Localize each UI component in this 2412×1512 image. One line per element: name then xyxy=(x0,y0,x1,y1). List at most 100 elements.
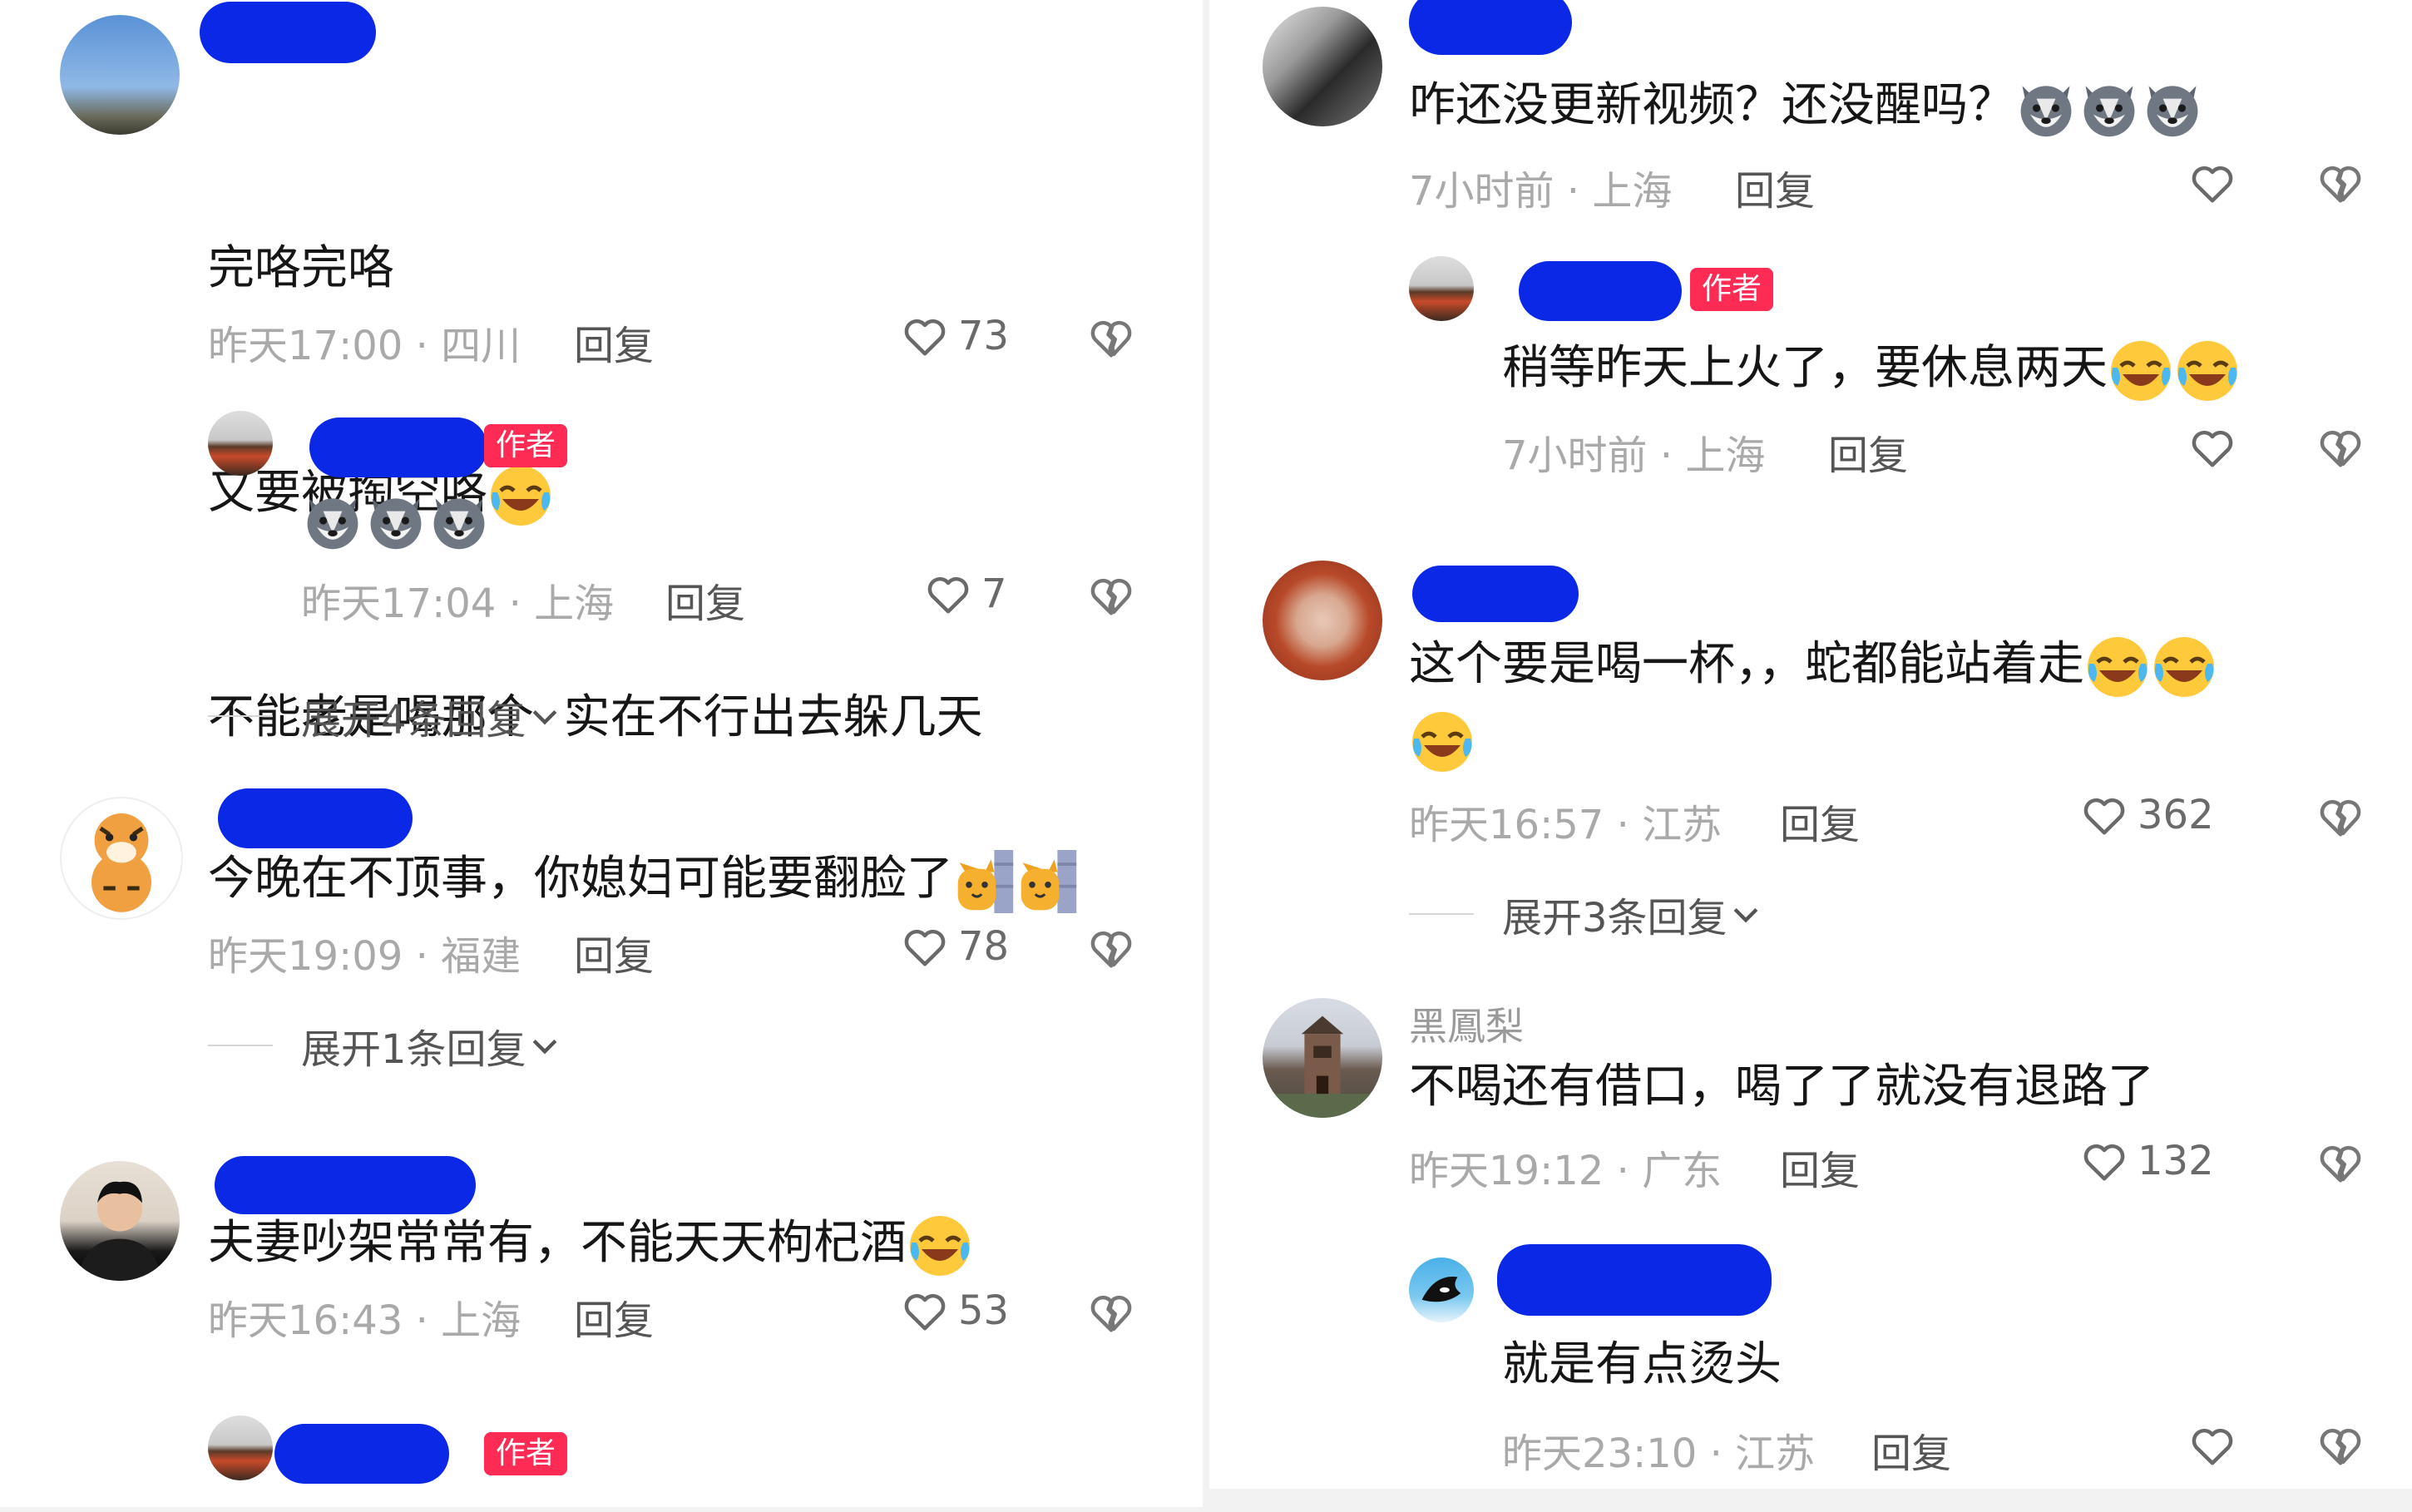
reply-button[interactable]: 回复 xyxy=(1780,792,1860,850)
like-button[interactable]: 53 xyxy=(900,1286,1009,1336)
username[interactable]: 黑鳳梨 xyxy=(1409,996,1524,1051)
husky-emoji xyxy=(2078,77,2141,140)
divider xyxy=(208,715,273,717)
comment-meta: 昨天17:00 · 四川 xyxy=(208,323,521,369)
like-button[interactable]: 73 xyxy=(900,311,1009,361)
like-count: 73 xyxy=(958,313,1010,359)
divider xyxy=(1409,913,1474,915)
like-button[interactable]: 78 xyxy=(900,922,1009,971)
like-count: 7 xyxy=(981,571,1007,617)
chevron-down-icon xyxy=(532,1039,556,1055)
username-redaction xyxy=(1519,261,1682,321)
right-comment-panel: 咋还没更新视频？还没醒吗？ 7小时前 · 上海 回复 作者 稍等昨天上火了，要休… xyxy=(1209,0,2412,1489)
expand-label: 展开3条回复 xyxy=(1502,895,1727,941)
expand-replies-button[interactable]: 展开1条回复 xyxy=(208,1016,563,1075)
author-avatar[interactable] xyxy=(208,411,273,476)
user-avatar[interactable] xyxy=(1263,561,1382,680)
user-avatar[interactable] xyxy=(60,797,183,920)
user-avatar[interactable] xyxy=(1263,998,1382,1118)
reply-text: 就是有点烫头 xyxy=(1502,1337,1782,1391)
user-avatar[interactable] xyxy=(60,1161,180,1281)
comment-meta: 昨天16:57 · 江苏 xyxy=(1409,802,1723,848)
husky-emoji xyxy=(301,489,364,552)
reply-button[interactable]: 回复 xyxy=(1780,1138,1860,1196)
heart-icon xyxy=(900,1286,950,1336)
laugh-cry-emoji xyxy=(487,462,554,529)
expand-label: 展开4条回复 xyxy=(301,697,526,744)
reply-text: 稍等昨天上火了，要休息两天 xyxy=(1502,331,2241,406)
like-count: 132 xyxy=(2138,1138,2214,1184)
broken-heart-icon[interactable] xyxy=(2316,158,2365,208)
username-redaction xyxy=(274,1424,449,1484)
comment-line: 完咯完咯 xyxy=(208,241,394,295)
like-button[interactable]: 132 xyxy=(2079,1136,2214,1186)
user-avatar[interactable] xyxy=(60,15,180,135)
comment-meta: 昨天19:12 · 广东 xyxy=(1409,1148,1723,1194)
author-badge: 作者 xyxy=(484,424,568,467)
like-heart-icon[interactable] xyxy=(2187,1421,2237,1470)
username-redaction xyxy=(218,788,413,848)
expand-label: 展开1条回复 xyxy=(301,1026,526,1073)
orca-avatar-icon xyxy=(1421,1276,1461,1302)
reply-button[interactable]: 回复 xyxy=(1871,1421,1951,1479)
reply-meta: 7小时前 · 上海 xyxy=(1502,432,1766,479)
expand-replies-button[interactable]: 展开3条回复 xyxy=(1409,885,1764,943)
user-avatar[interactable] xyxy=(1263,7,1382,126)
like-heart-icon[interactable] xyxy=(2187,158,2237,208)
like-count: 78 xyxy=(958,923,1010,970)
heart-icon xyxy=(2079,790,2129,840)
reply-emojis xyxy=(301,489,491,552)
username-redaction xyxy=(1497,1244,1772,1316)
tiger-avatar-icon xyxy=(91,813,151,912)
reply-button[interactable]: 回复 xyxy=(574,923,654,981)
heart-icon xyxy=(923,569,973,619)
person-avatar-icon xyxy=(77,1181,162,1281)
username-redaction xyxy=(1409,0,1572,55)
reply-button[interactable]: 回复 xyxy=(665,571,745,629)
heart-icon xyxy=(900,922,950,971)
laugh-cry-emoji xyxy=(2084,634,2151,700)
reply-button[interactable]: 回复 xyxy=(574,313,654,371)
username-redaction xyxy=(200,2,376,63)
comment-text: 不喝还有借口，喝了了就没有退路了 xyxy=(1409,1060,2154,1114)
author-avatar[interactable] xyxy=(208,1416,273,1480)
laugh-cry-emoji xyxy=(907,1213,973,1279)
broken-heart-icon[interactable] xyxy=(1086,923,1136,973)
broken-heart-icon[interactable] xyxy=(1086,571,1136,620)
heart-icon xyxy=(2079,1136,2129,1186)
comment-meta: 昨天19:09 · 福建 xyxy=(208,933,521,980)
author-badge: 作者 xyxy=(484,1432,568,1475)
cat-peek-emoji xyxy=(1016,850,1080,913)
comment-text: 夫妻吵架常常有，不能天天枸杞酒 xyxy=(208,1206,973,1281)
reply-meta: 昨天23:10 · 江苏 xyxy=(1502,1430,1816,1477)
broken-heart-icon[interactable] xyxy=(1086,313,1136,363)
broken-heart-icon[interactable] xyxy=(2316,1421,2365,1470)
reply-user-avatar[interactable] xyxy=(1409,1258,1474,1322)
laugh-cry-emoji xyxy=(2108,338,2174,404)
reply-button[interactable]: 回复 xyxy=(574,1287,654,1346)
comment-text: 这个要是喝一杯，，蛇都能站着走 xyxy=(1409,627,2324,777)
husky-emoji xyxy=(2141,77,2204,140)
reply-button[interactable]: 回复 xyxy=(1828,422,1908,481)
reply-meta: 昨天17:04 · 上海 xyxy=(301,581,615,627)
husky-emoji xyxy=(428,489,491,552)
broken-heart-icon[interactable] xyxy=(2316,1138,2365,1188)
left-comment-panel: 完咯完咯 又要被掏空咯 不能老是喝那个 实在不行出去躲几天 昨天17:00 · … xyxy=(0,0,1203,1507)
broken-heart-icon[interactable] xyxy=(2316,422,2365,472)
laugh-cry-emoji xyxy=(2174,338,2241,404)
username-redaction xyxy=(309,418,487,477)
divider xyxy=(208,1045,273,1046)
like-button[interactable]: 362 xyxy=(2079,790,2214,840)
like-button[interactable]: 7 xyxy=(923,569,1007,619)
author-avatar[interactable] xyxy=(1409,256,1474,321)
comment-meta: 7小时前 · 上海 xyxy=(1409,168,1673,215)
expand-replies-button[interactable]: 展开4条回复 xyxy=(208,687,563,745)
comment-meta: 昨天16:43 · 上海 xyxy=(208,1297,521,1344)
broken-heart-icon[interactable] xyxy=(1086,1287,1136,1337)
broken-heart-icon[interactable] xyxy=(2316,792,2365,842)
reply-button[interactable]: 回复 xyxy=(1735,158,1815,216)
cat-peek-emoji xyxy=(953,850,1016,913)
like-heart-icon[interactable] xyxy=(2187,422,2237,472)
like-count: 362 xyxy=(2138,792,2214,838)
chevron-down-icon xyxy=(1733,907,1757,923)
